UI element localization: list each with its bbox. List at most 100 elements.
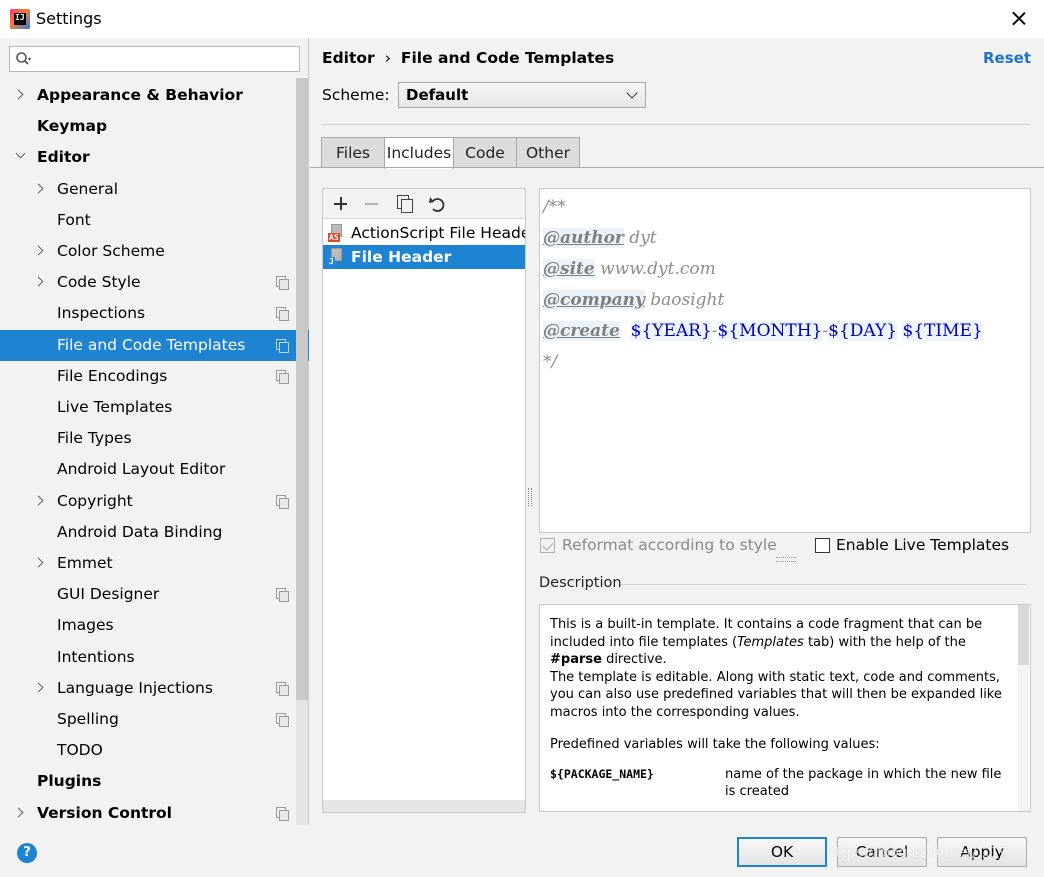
javadoc-tag: @create: [543, 321, 620, 341]
javadoc-tag: @site: [543, 259, 595, 279]
chevron-right-icon[interactable]: [33, 495, 44, 506]
sidebar-item-color-scheme[interactable]: Color Scheme: [0, 236, 296, 267]
template-variable: ${DAY}: [828, 321, 898, 341]
sidebar-item-gui-designer[interactable]: GUI Designer: [0, 579, 296, 610]
dialog-button-bar: ? OK Cancel Apply https://blog.csdn.net/…: [0, 825, 1044, 877]
tree-scrollbar-thumb[interactable]: [296, 78, 308, 700]
ok-button[interactable]: OK: [737, 837, 827, 867]
project-scope-copy-icon: [276, 307, 289, 322]
sidebar-item-spelling[interactable]: Spelling: [0, 704, 296, 735]
description-divider: [621, 584, 1027, 585]
project-scope-copy-icon: [276, 369, 289, 384]
actionscript-file-icon: AS: [328, 224, 344, 242]
sidebar-item-images[interactable]: Images: [0, 610, 296, 641]
sidebar-item-emmet[interactable]: Emmet: [0, 548, 296, 579]
sidebar-item-keymap[interactable]: Keymap: [0, 111, 296, 142]
reset-link[interactable]: Reset: [983, 49, 1031, 67]
sidebar-item-label: File and Code Templates: [57, 335, 246, 354]
tab-files[interactable]: Files: [321, 137, 385, 168]
sidebar-item-label: Android Layout Editor: [57, 460, 226, 479]
code-line: @create ${YEAR}-${MONTH}-${DAY} ${TIME}: [543, 316, 983, 347]
chevron-right-icon[interactable]: [33, 245, 44, 256]
template-list-item[interactable]: AS ActionScript File Header: [323, 221, 525, 245]
template-list-toolbar: [323, 189, 525, 219]
sidebar-item-inspections[interactable]: Inspections: [0, 298, 296, 329]
sidebar-item-file-types[interactable]: File Types: [0, 423, 296, 454]
enable-live-templates-label: Enable Live Templates: [836, 536, 1010, 554]
chevron-down-icon[interactable]: [15, 148, 26, 159]
sidebar-item-version-control[interactable]: Version Control: [0, 798, 296, 829]
project-scope-copy-icon: [276, 806, 289, 821]
code-line: */: [543, 352, 558, 372]
template-code-editor[interactable]: /** @author dyt @site www.dyt.com @compa…: [539, 188, 1031, 533]
breadcrumb-separator: ›: [384, 49, 391, 67]
project-scope-copy-icon: [276, 681, 289, 696]
sidebar-item-todo[interactable]: TODO: [0, 735, 296, 766]
sidebar-item-plugins[interactable]: Plugins: [0, 766, 296, 797]
tree-scrollbar[interactable]: [296, 78, 308, 825]
help-icon[interactable]: ?: [17, 843, 37, 863]
sidebar-item-intentions[interactable]: Intentions: [0, 642, 296, 673]
description-label: Description: [539, 575, 622, 591]
chevron-right-icon[interactable]: [33, 682, 44, 693]
sidebar-item-label: Spelling: [57, 710, 119, 728]
sidebar-item-font[interactable]: Font: [0, 205, 296, 236]
sidebar-item-live-templates[interactable]: Live Templates: [0, 392, 296, 423]
tab-code[interactable]: Code: [453, 137, 517, 168]
enable-live-templates-option[interactable]: Enable Live Templates: [815, 536, 1009, 554]
code-line: @site www.dyt.com: [543, 254, 716, 285]
scheme-value: Default: [406, 86, 469, 104]
sidebar-item-code-style[interactable]: Code Style: [0, 267, 296, 298]
copy-template-icon[interactable]: [394, 193, 416, 215]
project-scope-copy-icon: [276, 276, 289, 291]
sidebar-item-android-layout-editor[interactable]: Android Layout Editor: [0, 454, 296, 485]
add-template-plus-icon[interactable]: [330, 193, 352, 215]
code-line: @company baosight: [543, 285, 724, 316]
sidebar-item-label: Font: [57, 210, 91, 229]
description-scrollbar[interactable]: [1018, 605, 1029, 811]
breadcrumb-page: File and Code Templates: [400, 49, 615, 67]
sidebar-item-file-encodings[interactable]: File Encodings: [0, 361, 296, 392]
chevron-down-icon: [626, 87, 638, 99]
template-name: ActionScript File Header: [351, 224, 525, 242]
close-icon[interactable]: [1006, 6, 1032, 32]
splitter-handle[interactable]: [528, 488, 532, 506]
chevron-right-icon[interactable]: [33, 276, 44, 287]
scheme-dropdown[interactable]: Default: [398, 82, 646, 108]
sidebar-item-editor[interactable]: Editor: [0, 142, 296, 173]
resize-grip[interactable]: [776, 557, 796, 562]
variable-description: name of the package in which the new fil…: [725, 766, 1002, 800]
tab-other[interactable]: Other: [516, 137, 580, 168]
sidebar-item-android-data-binding[interactable]: Android Data Binding: [0, 517, 296, 548]
chevron-right-icon[interactable]: [33, 557, 44, 568]
settings-search-input[interactable]: [9, 46, 300, 72]
settings-tree-panel: Appearance & Behavior Keymap Editor General…: [0, 38, 309, 825]
watermark: https://blog.csdn.net/...19: [827, 845, 1008, 861]
chevron-right-icon[interactable]: [13, 807, 24, 818]
chevron-right-icon[interactable]: [33, 183, 44, 194]
reset-template-undo-icon[interactable]: [427, 193, 449, 215]
enable-live-templates-checkbox[interactable]: [815, 538, 830, 553]
sidebar-item-label: Language Injections: [57, 678, 213, 697]
tab-includes[interactable]: Includes: [384, 137, 454, 169]
sidebar-item-label: GUI Designer: [57, 585, 160, 604]
window-title: Settings: [36, 9, 102, 28]
sidebar-item-file-and-code-templates[interactable]: File and Code Templates: [0, 329, 309, 361]
sidebar-item-appearance-behavior[interactable]: Appearance & Behavior: [0, 80, 296, 111]
template-list-item[interactable]: J File Header: [323, 245, 525, 269]
variable-name: ${PACKAGE_NAME}: [550, 766, 654, 781]
sidebar-item-label: File Encodings: [57, 366, 168, 385]
sidebar-item-general[interactable]: General: [0, 174, 296, 205]
sidebar-item-language-injections[interactable]: Language Injections: [0, 673, 296, 704]
sidebar-item-label: Keymap: [37, 117, 108, 136]
sidebar-item-label: Plugins: [37, 772, 102, 791]
template-variable: ${YEAR}: [630, 321, 712, 341]
template-list-hscrollbar[interactable]: [323, 800, 525, 812]
sidebar-item-copyright[interactable]: Copyright: [0, 486, 296, 517]
code-line: @author dyt: [543, 223, 657, 254]
description-scrollbar-thumb[interactable]: [1018, 605, 1029, 665]
reformat-checkbox: [540, 538, 555, 553]
sidebar-item-label: Copyright: [57, 491, 133, 510]
title-bar: IJ Settings: [0, 0, 1044, 38]
chevron-right-icon[interactable]: [13, 89, 24, 100]
